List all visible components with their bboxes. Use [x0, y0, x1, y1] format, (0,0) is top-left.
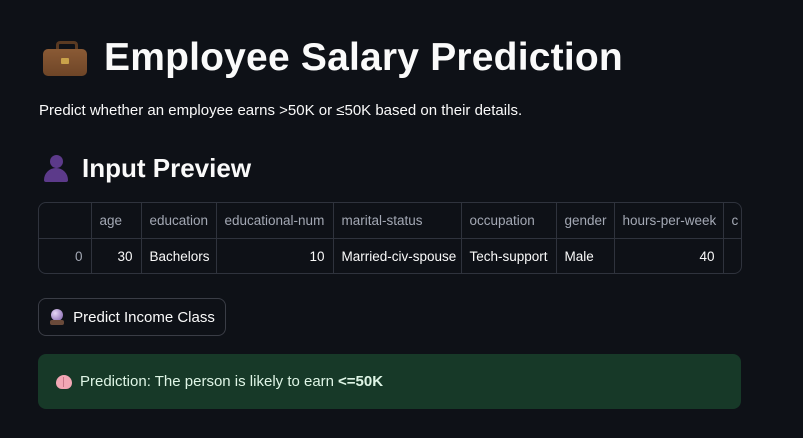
input-preview-table[interactable]: age education educational-num marital-st… [38, 202, 742, 274]
page-title-text: Employee Salary Prediction [104, 36, 623, 79]
table-header-row: age education educational-num marital-st… [39, 203, 741, 239]
person-silhouette-icon [42, 153, 70, 183]
briefcase-icon [40, 38, 90, 78]
app-page: Employee Salary Prediction Predict wheth… [0, 0, 803, 438]
section-heading-input-preview: Input Preview [42, 150, 251, 186]
prediction-result-alert: Prediction: The person is likely to earn… [38, 354, 741, 409]
occupation-cell[interactable]: Tech-support [461, 238, 557, 273]
column-header-truncated[interactable]: c [723, 203, 741, 239]
brain-icon [56, 374, 72, 389]
crystal-ball-icon [49, 309, 65, 325]
section-heading-text: Input Preview [82, 152, 252, 183]
hours-per-week-cell[interactable]: 40 [614, 238, 724, 273]
column-header-marital-status[interactable]: marital-status [333, 203, 462, 239]
row-index-cell[interactable]: 0 [39, 238, 92, 273]
prediction-result-value: <=50K [338, 373, 384, 390]
table-row: 0 30 Bachelors 10 Married-civ-spouse Tec… [39, 238, 741, 273]
predict-button-label: Predict Income Class [73, 308, 215, 326]
educational-num-cell[interactable]: 10 [216, 238, 334, 273]
column-header-age[interactable]: age [91, 203, 142, 239]
column-header-index[interactable] [39, 203, 92, 239]
page-title: Employee Salary Prediction [40, 30, 623, 86]
truncated-cell[interactable] [723, 238, 741, 273]
column-header-hours-per-week[interactable]: hours-per-week [614, 203, 724, 239]
column-header-education[interactable]: education [141, 203, 217, 239]
gender-cell[interactable]: Male [556, 238, 615, 273]
prediction-result-text: Prediction: The person is likely to earn [80, 373, 335, 390]
age-cell[interactable]: 30 [91, 238, 142, 273]
column-header-gender[interactable]: gender [556, 203, 615, 239]
marital-status-cell[interactable]: Married-civ-spouse [333, 238, 462, 273]
predict-income-class-button[interactable]: Predict Income Class [38, 298, 226, 336]
column-header-educational-num[interactable]: educational-num [216, 203, 334, 239]
education-cell[interactable]: Bachelors [141, 238, 217, 273]
column-header-occupation[interactable]: occupation [461, 203, 557, 239]
page-description: Predict whether an employee earns >50K o… [39, 102, 523, 119]
